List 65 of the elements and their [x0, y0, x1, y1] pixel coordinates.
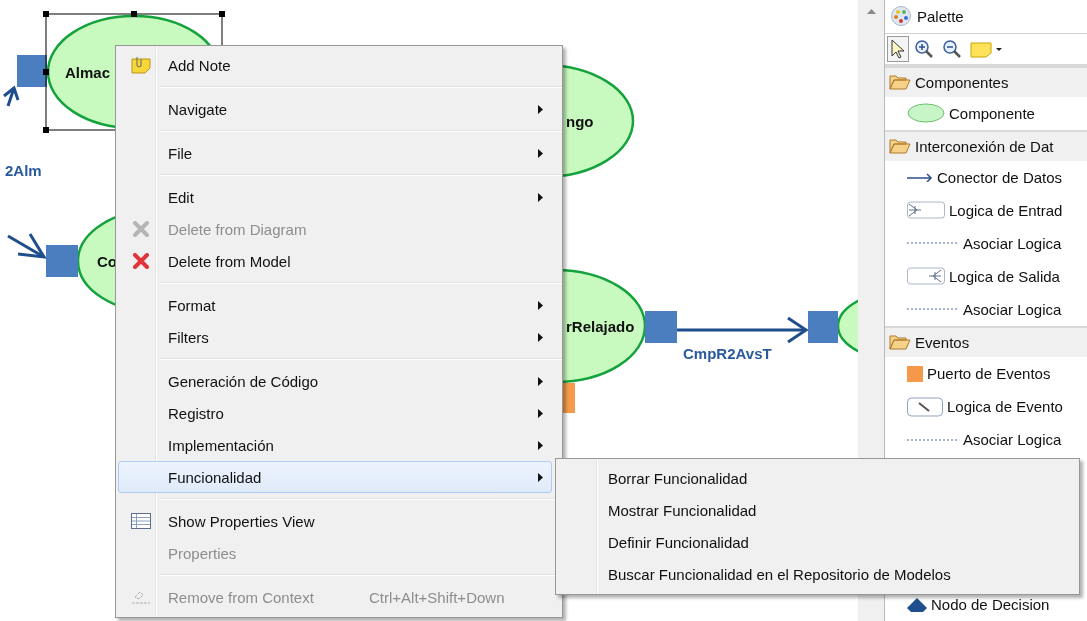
palette-entry[interactable]: Logica de Entrad: [885, 193, 1087, 227]
menu-item[interactable]: Registro: [118, 397, 552, 429]
menu-item[interactable]: Navigate: [118, 93, 552, 125]
menu-item[interactable]: File: [118, 137, 552, 169]
palette-entry[interactable]: Logica de Evento: [885, 390, 1087, 423]
palette-entry[interactable]: Asociar Logica: [885, 292, 1087, 326]
connector-arrow[interactable]: [3, 85, 20, 107]
palette-entry[interactable]: Asociar Logica: [885, 226, 1087, 260]
node-label: Almac: [65, 64, 111, 81]
palette-drawer[interactable]: Eventos: [885, 325, 1087, 357]
palette-entry[interactable]: Nodo de Decision: [885, 588, 1087, 621]
menu-item[interactable]: Mostrar Funcionalidad: [558, 494, 1077, 526]
palette-drawer[interactable]: Interconexión de Dat: [885, 129, 1087, 161]
menu-item[interactable]: Generación de Código: [118, 365, 552, 397]
output-logic-icon: [907, 267, 945, 286]
palette-title: Palette: [917, 7, 964, 25]
note-icon: [131, 56, 151, 74]
menu-item[interactable]: Format: [118, 289, 552, 321]
menu-item[interactable]: Filters: [118, 321, 552, 353]
palette-entry[interactable]: Componente: [885, 96, 1087, 130]
palette-entry[interactable]: Conector de Datos: [885, 160, 1087, 194]
palette-entry[interactable]: Puerto de Eventos: [885, 357, 1087, 390]
scroll-up-icon[interactable]: [866, 9, 876, 14]
dotted-line-icon: [907, 241, 959, 246]
menu-item[interactable]: Funcionalidad: [118, 461, 552, 493]
x-icon: [133, 253, 149, 269]
menu-item[interactable]: Edit: [118, 181, 552, 213]
palette-icon: [891, 6, 911, 27]
input-logic-icon: [907, 201, 945, 220]
arrow-icon: [907, 172, 933, 183]
menu-item[interactable]: Definir Funcionalidad: [558, 526, 1077, 558]
submenu-arrow-icon: [538, 193, 543, 202]
x-icon: [133, 221, 149, 237]
connector-label: 2Alm: [5, 162, 42, 179]
submenu-arrow-icon: [538, 105, 543, 114]
submenu-arrow-icon: [538, 333, 543, 342]
menu-item[interactable]: Add Note: [118, 49, 552, 81]
menu-item[interactable]: Implementación: [118, 429, 552, 461]
dotted-line-icon: [907, 437, 959, 442]
palette-entry[interactable]: Asociar Logica: [885, 423, 1087, 456]
palette-drawer[interactable]: Componentes: [885, 65, 1087, 97]
submenu-arrow-icon: [538, 409, 543, 418]
menu-item[interactable]: Buscar Funcionalidad en el Repositorio de Modelos: [558, 558, 1077, 590]
node-label: ngo: [566, 113, 594, 130]
submenu-arrow-icon: [538, 377, 543, 386]
table-icon: [131, 513, 151, 529]
event-logic-icon: [907, 396, 943, 417]
submenu-arrow-icon: [538, 441, 543, 450]
node-label: rRelajado: [566, 318, 635, 335]
square-icon: [907, 365, 923, 382]
submenu-arrow-icon: [538, 301, 543, 310]
submenu-arrow-icon: [538, 149, 543, 158]
menu-item[interactable]: Borrar Funcionalidad: [558, 462, 1077, 494]
diamond-icon: [907, 597, 927, 612]
remove-icon: [131, 589, 151, 605]
ellipse-icon: [907, 103, 945, 124]
submenu-arrow-icon: [538, 473, 543, 482]
connector-label: CmpR2AvsT: [683, 345, 772, 362]
dotted-line-icon: [907, 307, 959, 312]
menu-item[interactable]: Delete from Model: [118, 245, 552, 277]
menu-item[interactable]: Show Properties View: [118, 505, 552, 537]
select-tool[interactable]: [887, 35, 909, 62]
palette-entry[interactable]: Logica de Salida: [885, 259, 1087, 293]
connector-arrow[interactable]: [677, 316, 809, 344]
port-square[interactable]: [17, 55, 47, 87]
